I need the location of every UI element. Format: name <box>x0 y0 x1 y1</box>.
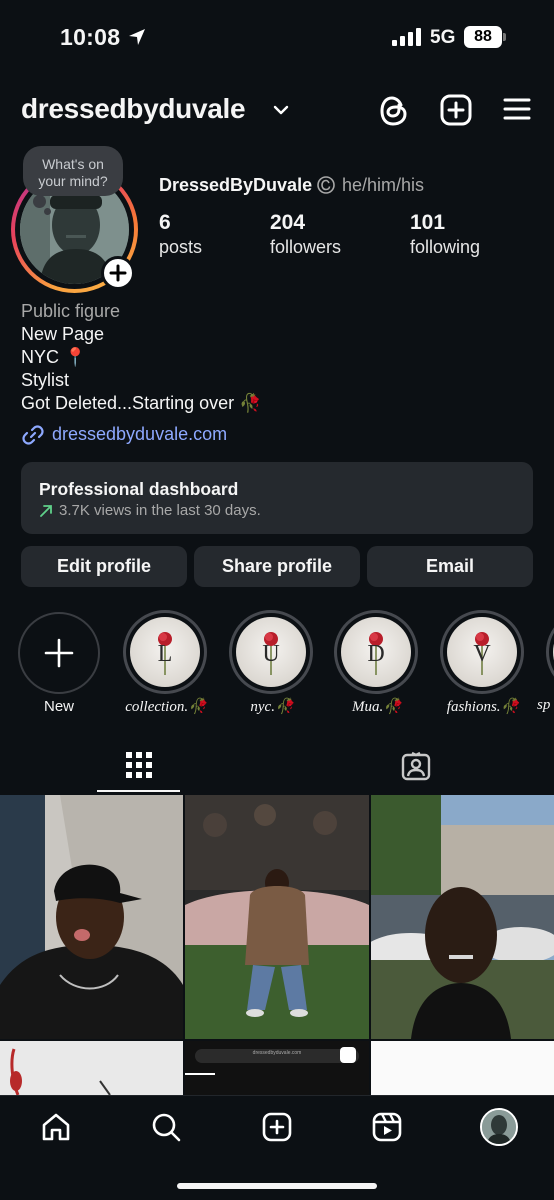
grid-icon[interactable] <box>126 752 152 778</box>
profile-avatar-tab[interactable] <box>480 1108 518 1146</box>
threads-badge-icon[interactable] <box>316 175 336 195</box>
highlight-letter: U <box>262 641 280 667</box>
tagged-person-icon[interactable] <box>401 751 431 781</box>
dashboard-subtitle: 3.7K views in the last 30 days. <box>59 502 261 519</box>
note-line-2: your mind? <box>38 173 108 189</box>
bio-line: NYC 📍 <box>21 347 87 367</box>
highlight-item[interactable]: L collection.🥀 <box>123 610 209 715</box>
post-thumbnail[interactable]: dressedbyduvale.com <box>185 1041 369 1095</box>
highlight-letter: D <box>367 641 385 667</box>
professional-dashboard[interactable]: Professional dashboard 3.7K views in the… <box>21 462 533 534</box>
pronouns: he/him/his <box>342 175 425 195</box>
highlight-item[interactable]: U nyc.🥀 <box>229 610 315 715</box>
highlight-label: fashions.🥀 <box>446 699 520 715</box>
profile-header: dressedbyduvale <box>0 86 554 136</box>
stat-followers-label: followers <box>270 237 342 257</box>
share-profile-button[interactable]: Share profile <box>194 546 360 587</box>
stat-posts[interactable]: 6 posts <box>159 211 202 259</box>
stat-followers[interactable]: 204 followers <box>270 211 341 259</box>
note-bubble[interactable]: What's on your mind? <box>23 146 123 196</box>
network-type: 5G <box>430 27 456 48</box>
home-icon[interactable] <box>40 1111 72 1143</box>
new-highlight-button[interactable] <box>18 612 100 694</box>
stat-followers-count: 204 <box>270 211 306 234</box>
status-bar: 10:08 5G 88 <box>0 0 554 80</box>
battery-icon <box>503 33 506 41</box>
highlight-label: sp <box>537 697 551 713</box>
bio-line: Stylist <box>21 370 70 390</box>
bio-line: Got Deleted...Starting over 🥀 <box>21 393 262 413</box>
create-icon[interactable] <box>261 1111 293 1143</box>
plus-icon <box>44 638 74 668</box>
chevron-down-icon[interactable] <box>273 104 289 116</box>
highlight-letter: V <box>473 641 491 667</box>
trend-up-arrow-icon <box>40 505 52 517</box>
status-time: 10:08 <box>60 24 121 50</box>
note-bubble-tail <box>33 195 46 208</box>
location-arrow-icon <box>129 29 145 45</box>
battery-level: 88 <box>464 26 502 48</box>
menu-icon[interactable] <box>503 97 531 121</box>
bio-line: New Page <box>21 324 105 344</box>
display-name: DressedByDuvale <box>159 175 313 195</box>
reels-icon[interactable] <box>371 1111 403 1143</box>
username-switcher[interactable]: dressedbyduvale <box>21 93 246 125</box>
category-label: Public figure <box>21 301 121 321</box>
highlight-item[interactable]: V fashions.🥀 <box>440 610 526 715</box>
home-indicator <box>177 1183 377 1189</box>
stat-following-count: 101 <box>410 211 446 234</box>
threads-icon[interactable] <box>378 94 410 128</box>
bio-link-text: dressedbyduvale.com <box>52 424 228 444</box>
bio: Public figure New Page NYC 📍 Stylist Got… <box>21 300 541 415</box>
note-bubble-tail-small <box>44 208 51 215</box>
stat-posts-label: posts <box>159 237 203 257</box>
stat-following[interactable]: 101 following <box>410 211 480 259</box>
post-thumbnail[interactable] <box>371 795 554 1039</box>
link-icon <box>22 425 44 445</box>
search-icon[interactable] <box>150 1111 182 1143</box>
highlight-letter: L <box>157 641 173 667</box>
active-tab-indicator <box>97 790 180 792</box>
add-story-button[interactable] <box>101 256 135 290</box>
post-thumbnail[interactable] <box>371 1041 554 1095</box>
post-thumbnail[interactable] <box>185 795 369 1039</box>
stat-following-label: following <box>410 237 481 257</box>
note-line-1: What's on <box>42 156 104 172</box>
posts-grid: dressedbyduvale.com <box>0 795 554 1095</box>
cellular-signal-icon <box>392 28 421 46</box>
profile-tabs <box>0 740 554 795</box>
email-button[interactable]: Email <box>367 546 533 587</box>
edit-profile-button[interactable]: Edit profile <box>21 546 187 587</box>
post-thumbnail[interactable] <box>0 795 183 1039</box>
new-highlight-label: New <box>43 698 74 715</box>
dashboard-title: Professional dashboard <box>39 479 239 499</box>
plus-icon <box>109 264 127 282</box>
stat-posts-count: 6 <box>159 211 171 234</box>
post-thumbnail[interactable] <box>0 1041 183 1095</box>
highlight-item[interactable]: D Mua.🥀 <box>334 610 420 715</box>
new-post-icon[interactable] <box>440 94 472 126</box>
